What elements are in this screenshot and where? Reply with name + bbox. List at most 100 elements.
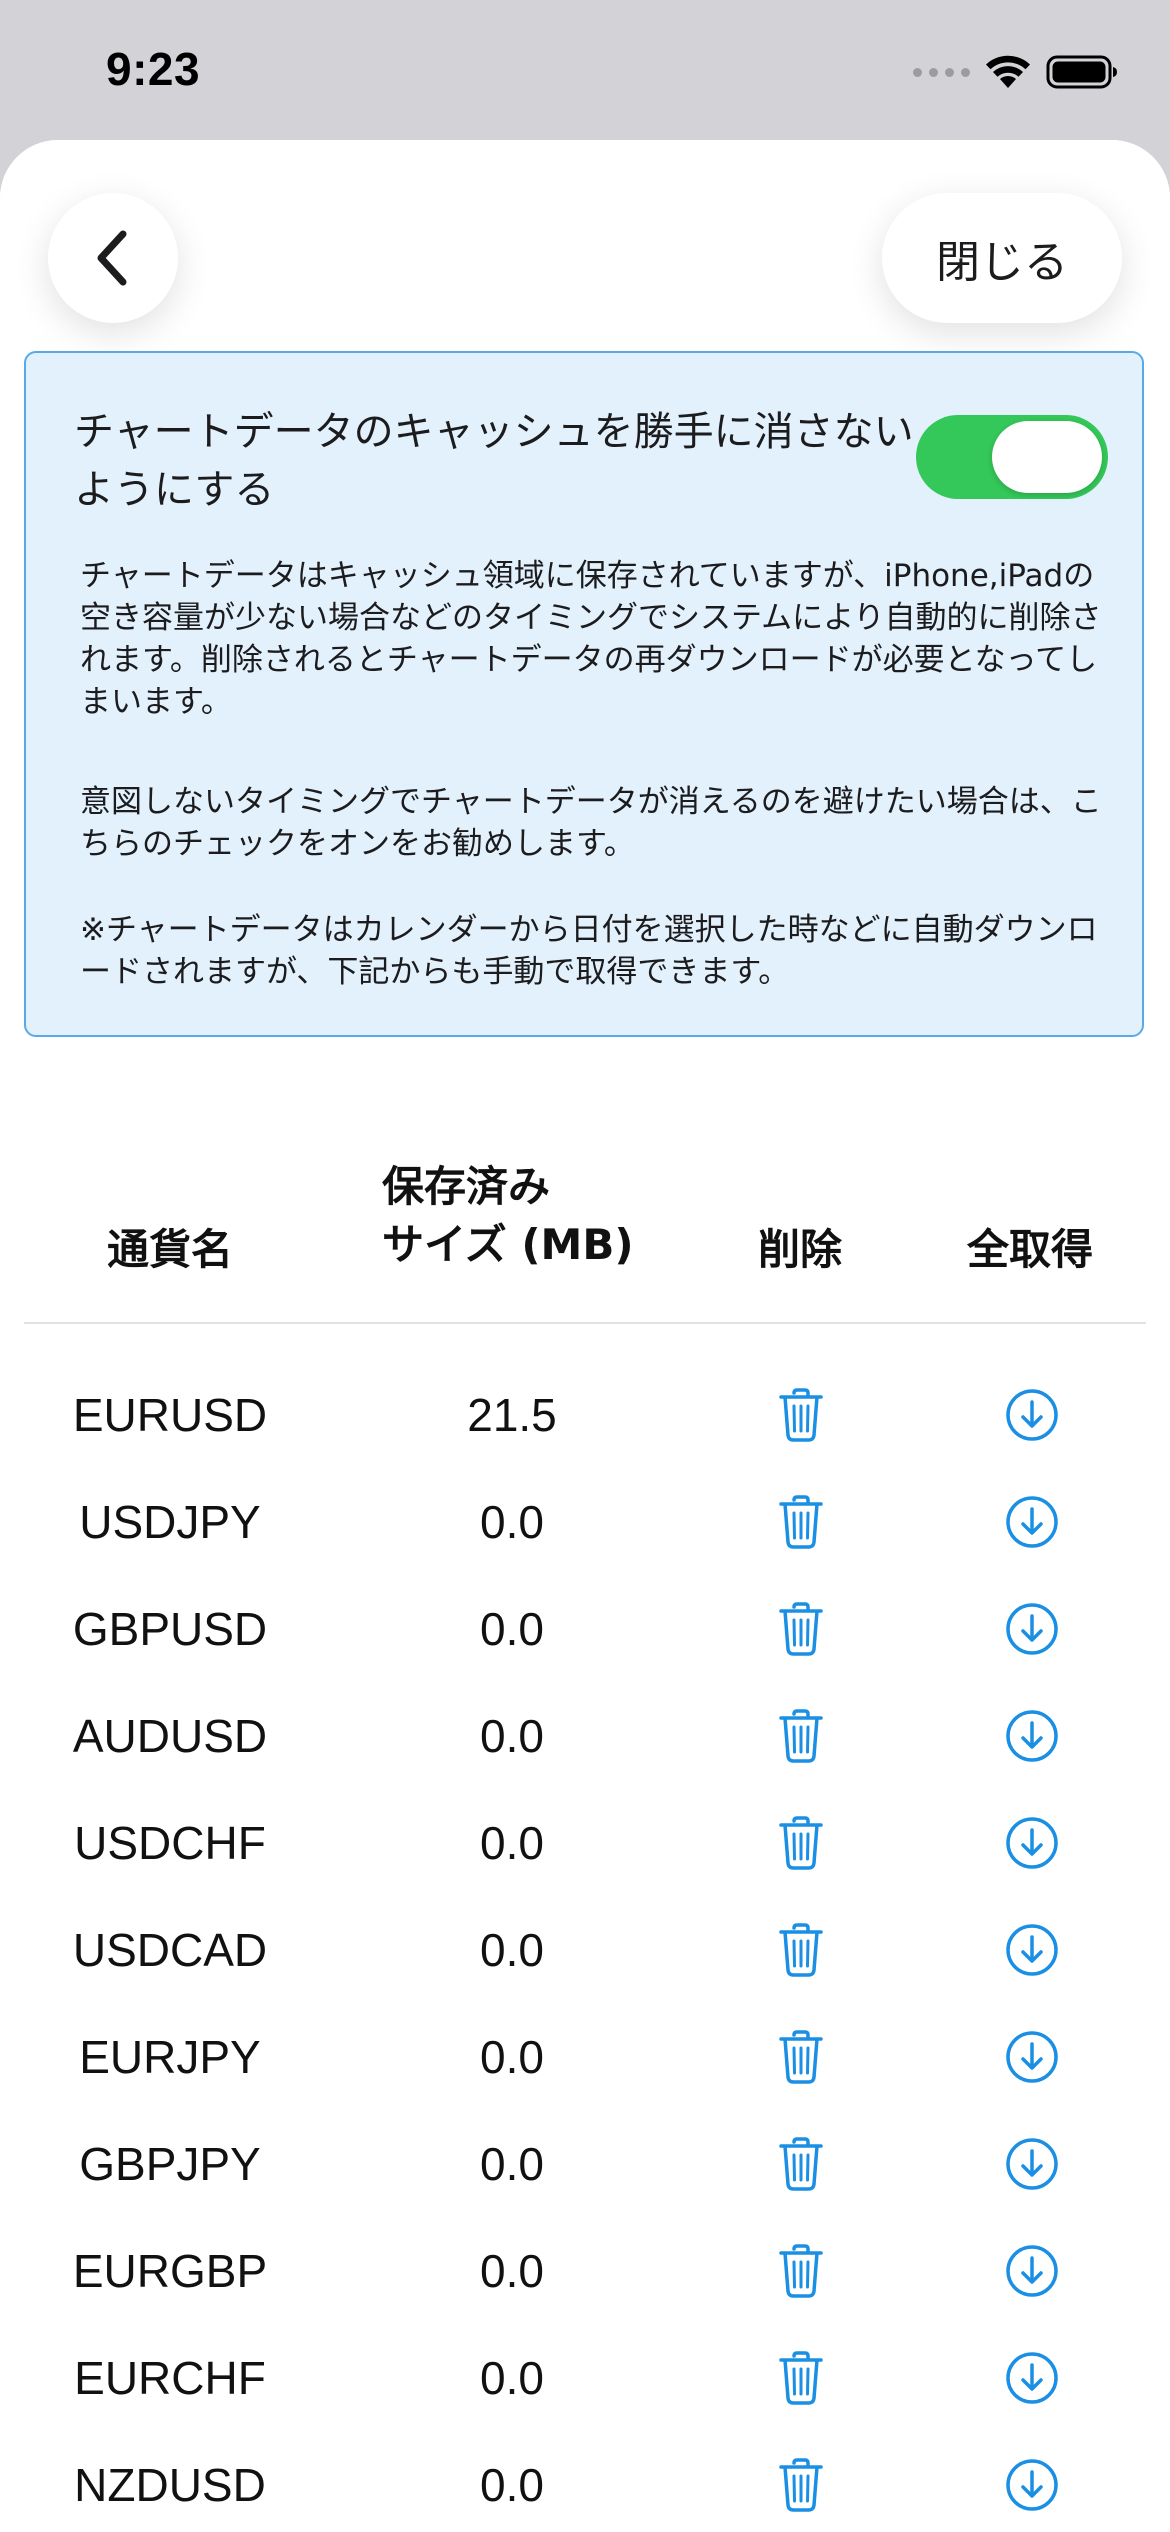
download-circle-icon <box>1006 2031 1058 2083</box>
download-button[interactable] <box>1004 2029 1060 2085</box>
table-divider <box>24 1322 1146 1324</box>
currency-name: EURUSD <box>72 1389 268 1441</box>
currency-name: GBPUSD <box>72 1603 268 1655</box>
download-circle-icon <box>1006 2138 1058 2190</box>
currency-name: USDCHF <box>74 1817 266 1869</box>
trash-icon <box>779 1816 823 1870</box>
download-button[interactable] <box>1004 2457 1060 2513</box>
saved-size-value: 0.0 <box>480 2031 544 2083</box>
description-paragraph-3: ※チャートデータはカレンダーから日付を選択した時などに自動ダウンロードされますが… <box>80 912 1098 990</box>
header-fetch-all: 全取得 <box>966 1225 1093 1274</box>
saved-size-value: 21.5 <box>467 1389 557 1441</box>
saved-size-value: 0.0 <box>480 1496 544 1548</box>
saved-size-value: 0.0 <box>480 1817 544 1869</box>
currency-list: EURUSD 21.5 USDJPY 0.0 GBPUSD 0.0 AUDUSD… <box>0 1362 1170 2532</box>
saved-size-value: 0.0 <box>480 1710 544 1762</box>
status-bar: 9:23 <box>0 0 1170 140</box>
cellular-signal-icon <box>913 67 970 77</box>
delete-button[interactable] <box>773 2243 829 2299</box>
trash-icon <box>779 2030 823 2084</box>
table-row-usdjpy: USDJPY 0.0 <box>0 1469 1170 1576</box>
currency-name: USDJPY <box>79 1496 261 1548</box>
status-indicators <box>913 52 1118 92</box>
download-button[interactable] <box>1004 1708 1060 1764</box>
download-button[interactable] <box>1004 1815 1060 1871</box>
download-circle-icon <box>1006 2459 1058 2511</box>
table-row-usdchf: USDCHF 0.0 <box>0 1790 1170 1897</box>
delete-button[interactable] <box>773 2457 829 2513</box>
table-row-gbpjpy: GBPJPY 0.0 <box>0 2111 1170 2218</box>
download-circle-icon <box>1006 2245 1058 2297</box>
delete-button[interactable] <box>773 1922 829 1978</box>
download-button[interactable] <box>1004 2350 1060 2406</box>
table-row-eurchf: EURCHF 0.0 <box>0 2325 1170 2432</box>
trash-icon <box>779 1388 823 1442</box>
delete-button[interactable] <box>773 2136 829 2192</box>
trash-icon <box>779 2458 823 2512</box>
download-button[interactable] <box>1004 2136 1060 2192</box>
download-button[interactable] <box>1004 2243 1060 2299</box>
delete-button[interactable] <box>773 1815 829 1871</box>
trash-icon <box>779 1495 823 1549</box>
download-circle-icon <box>1006 1817 1058 1869</box>
header-saved-size: 保存済み サイズ (MB) <box>382 1158 722 1274</box>
download-circle-icon <box>1006 1496 1058 1548</box>
trash-icon <box>779 1709 823 1763</box>
currency-name: NZDUSD <box>74 2459 266 2511</box>
header-delete: 削除 <box>757 1225 842 1274</box>
description-paragraph-1: チャートデータはキャッシュ領域に保存されていますが、iPhone,iPadの空き… <box>80 558 1102 720</box>
description-paragraph-2: 意図しないタイミングでチャートデータが消えるのを避けたい場合は、こちらのチェック… <box>80 784 1102 862</box>
trash-icon <box>779 2137 823 2191</box>
table-row-nzdusd: NZDUSD 0.0 <box>0 2432 1170 2532</box>
toggle-label: チャートデータのキャッシュを勝手に消さないようにする <box>74 409 914 513</box>
close-button[interactable]: 閉じる <box>882 193 1122 323</box>
trash-icon <box>779 1923 823 1977</box>
table-row-usdcad: USDCAD 0.0 <box>0 1897 1170 2004</box>
back-button[interactable] <box>48 193 178 323</box>
download-circle-icon <box>1006 1389 1058 1441</box>
saved-size-value: 0.0 <box>480 2138 544 2190</box>
download-circle-icon <box>1006 1603 1058 1655</box>
cache-settings-sheet: 閉じる チャートデータのキャッシュを勝手に消さないようにする チャートデータはキ… <box>0 140 1170 2532</box>
delete-button[interactable] <box>773 1708 829 1764</box>
saved-size-value: 0.0 <box>480 2459 544 2511</box>
download-button[interactable] <box>1004 1601 1060 1657</box>
keep-cache-toggle[interactable] <box>916 415 1108 499</box>
download-button[interactable] <box>1004 1922 1060 1978</box>
currency-name: GBPJPY <box>79 2138 261 2190</box>
status-time: 9:23 <box>106 43 201 95</box>
table-row-gbpusd: GBPUSD 0.0 <box>0 1576 1170 1683</box>
header-currency-name: 通貨名 <box>106 1225 233 1274</box>
table-row-eurusd: EURUSD 21.5 <box>0 1362 1170 1469</box>
download-circle-icon <box>1006 1924 1058 1976</box>
trash-icon <box>779 2351 823 2405</box>
download-button[interactable] <box>1004 1387 1060 1443</box>
download-button[interactable] <box>1004 1494 1060 1550</box>
table-row-eurgbp: EURGBP 0.0 <box>0 2218 1170 2325</box>
download-circle-icon <box>1006 1710 1058 1762</box>
table-row-audusd: AUDUSD 0.0 <box>0 1683 1170 1790</box>
saved-size-value: 0.0 <box>480 1603 544 1655</box>
trash-icon <box>779 2244 823 2298</box>
currency-name: EURJPY <box>79 2031 261 2083</box>
saved-size-value: 0.0 <box>480 1924 544 1976</box>
battery-icon <box>1046 55 1117 89</box>
header-saved-size-line1: 保存済み <box>382 1162 551 1211</box>
toggle-knob <box>992 421 1102 493</box>
delete-button[interactable] <box>773 2029 829 2085</box>
chevron-left-icon <box>97 230 127 286</box>
currency-name: EURGBP <box>72 2245 268 2297</box>
delete-button[interactable] <box>773 1387 829 1443</box>
saved-size-value: 0.0 <box>480 2245 544 2297</box>
cache-info-card: チャートデータのキャッシュを勝手に消さないようにする チャートデータはキャッシュ… <box>24 351 1144 1037</box>
saved-size-value: 0.0 <box>480 2352 544 2404</box>
trash-icon <box>779 1602 823 1656</box>
currency-name: AUDUSD <box>72 1710 268 1762</box>
wifi-icon <box>986 55 1030 88</box>
delete-button[interactable] <box>773 1601 829 1657</box>
delete-button[interactable] <box>773 1494 829 1550</box>
table-row-eurjpy: EURJPY 0.0 <box>0 2004 1170 2111</box>
nav-bar: 閉じる <box>0 140 1170 350</box>
delete-button[interactable] <box>773 2350 829 2406</box>
download-circle-icon <box>1006 2352 1058 2404</box>
